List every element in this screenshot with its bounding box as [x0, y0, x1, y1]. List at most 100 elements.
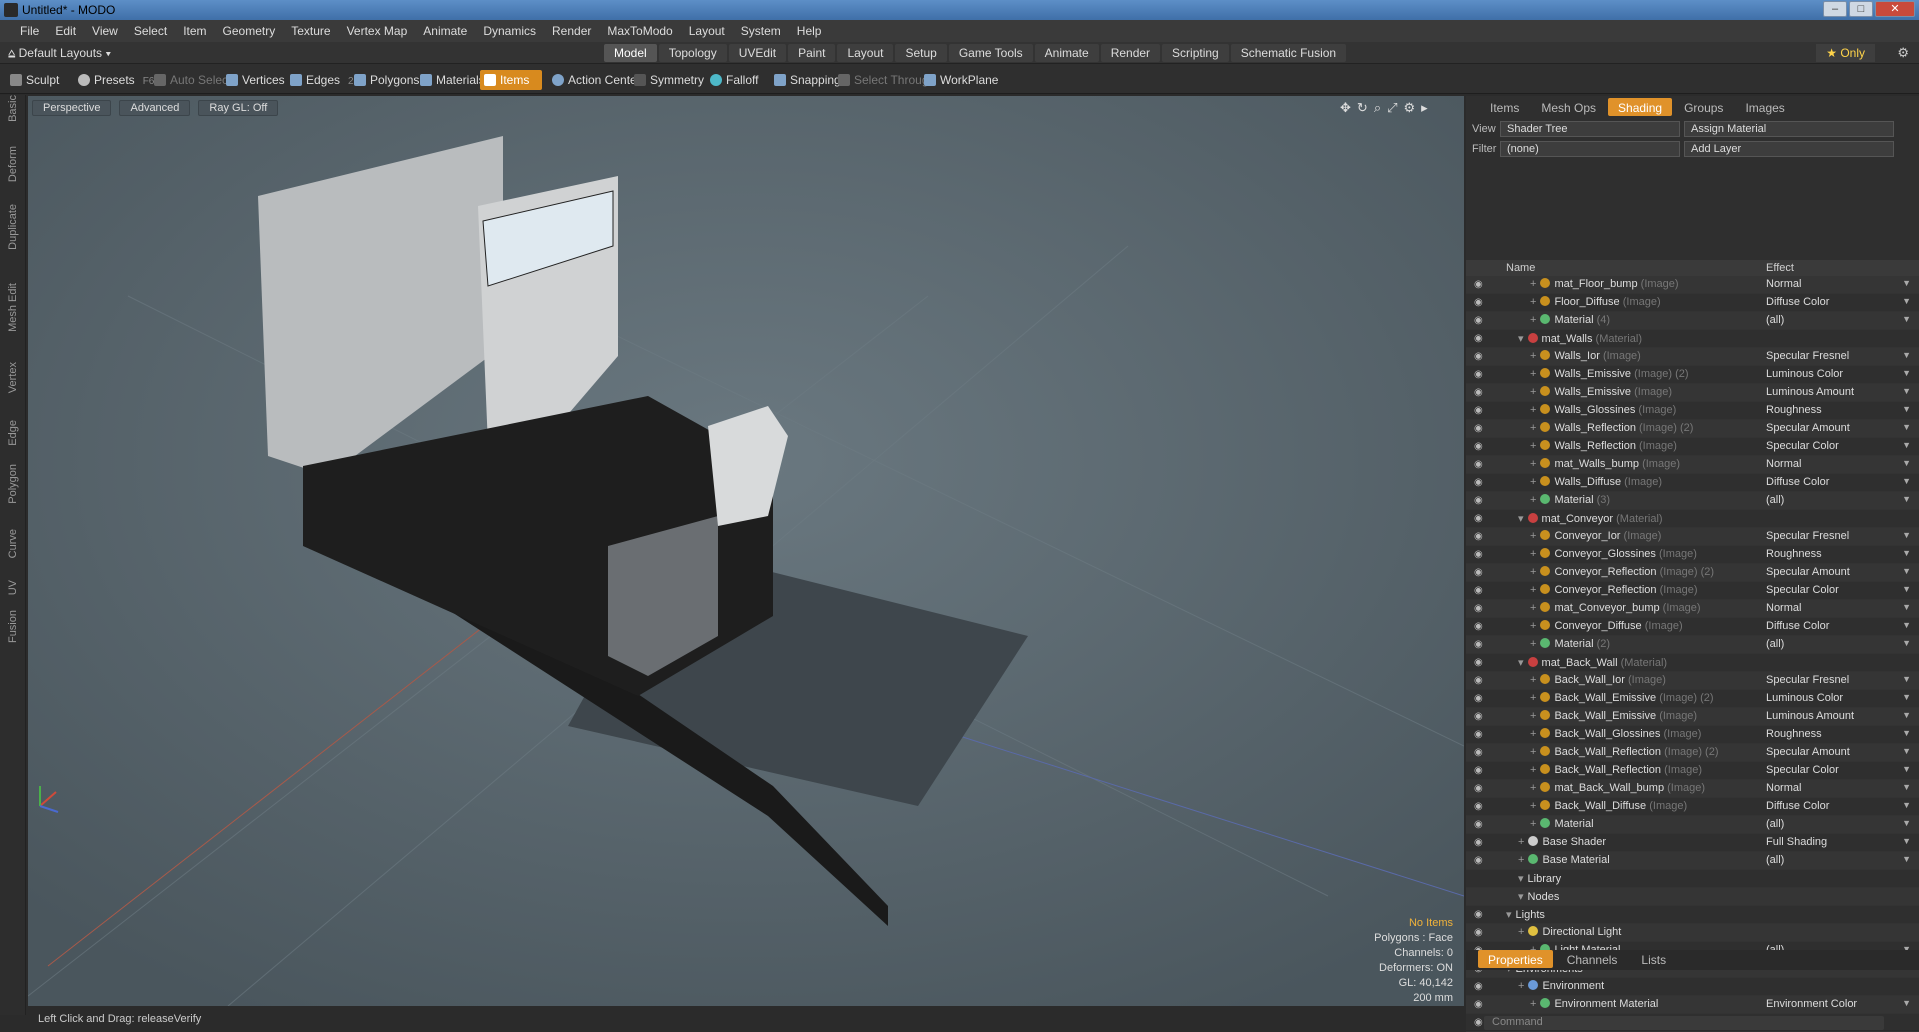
tree-row[interactable]: ◉ ▾ mat_Walls (Material)	[1466, 330, 1919, 348]
effect-dropdown-icon[interactable]: ▼	[1902, 854, 1911, 864]
effect-dropdown-icon[interactable]: ▼	[1902, 422, 1911, 432]
tree-row[interactable]: ◉ + Conveyor_Diffuse (Image) Diffuse Color ▼	[1466, 618, 1919, 636]
tab-paint[interactable]: Paint	[788, 44, 836, 62]
effect-dropdown-icon[interactable]: ▼	[1902, 836, 1911, 846]
eye-icon[interactable]: ◉	[1474, 387, 1486, 398]
left-tab-polygon[interactable]: Polygon	[7, 464, 19, 504]
move-icon[interactable]: ✥	[1340, 100, 1351, 116]
tree-row[interactable]: ◉ + Directional Light	[1466, 924, 1919, 942]
left-tab-duplicate[interactable]: Duplicate	[7, 204, 19, 250]
layout-selector[interactable]: ⩠ Default Layouts ▾	[8, 46, 111, 61]
tree-item-effect[interactable]: (all)	[1766, 854, 1784, 866]
eye-icon[interactable]: ◉	[1474, 477, 1486, 488]
eye-icon[interactable]: ◉	[1474, 675, 1486, 686]
tree-item-effect[interactable]: Roughness	[1766, 548, 1822, 560]
eye-icon[interactable]: ◉	[1474, 459, 1486, 470]
expand-icon[interactable]: +	[1530, 386, 1536, 398]
tree-item-effect[interactable]: Luminous Amount	[1766, 710, 1854, 722]
tree-row[interactable]: ◉ + Conveyor_Reflection (Image) (2) Specula…	[1466, 564, 1919, 582]
workplane-button[interactable]: WorkPlane	[920, 70, 1004, 90]
eye-icon[interactable]: ◉	[1474, 711, 1486, 722]
effect-dropdown-icon[interactable]: ▼	[1902, 494, 1911, 504]
effect-dropdown-icon[interactable]: ▼	[1902, 728, 1911, 738]
sculpt-button[interactable]: Sculpt	[6, 70, 65, 90]
eye-icon[interactable]: ◉	[1474, 585, 1486, 596]
effect-dropdown-icon[interactable]: ▼	[1902, 278, 1911, 288]
eye-icon[interactable]: ◉	[1474, 297, 1486, 308]
tree-row[interactable]: ◉ + mat_Floor_bump (Image) Normal ▼	[1466, 276, 1919, 294]
expand-icon[interactable]: +	[1530, 548, 1536, 560]
tree-row[interactable]: ◉ + mat_Back_Wall_bump (Image) Normal ▼	[1466, 780, 1919, 798]
panel-tab-shading[interactable]: Shading	[1608, 98, 1673, 116]
menu-help[interactable]: Help	[789, 24, 830, 38]
tree-row[interactable]: ◉ + Back_Wall_Diffuse (Image) Diffuse Color…	[1466, 798, 1919, 816]
close-icon[interactable]: ✕	[1875, 1, 1915, 17]
gear-icon[interactable]: ⚙	[1897, 45, 1909, 61]
tree-item-effect[interactable]: (all)	[1766, 494, 1784, 506]
bottom-tab-channels[interactable]: Channels	[1557, 950, 1628, 968]
fit-icon[interactable]: ⤢	[1387, 100, 1397, 116]
expand-icon[interactable]: +	[1530, 314, 1536, 326]
eye-icon[interactable]: ◉	[1474, 315, 1486, 326]
eye-icon[interactable]: ◉	[1474, 423, 1486, 434]
effect-dropdown-icon[interactable]: ▼	[1902, 548, 1911, 558]
tree-row[interactable]: ◉ + Floor_Diffuse (Image) Diffuse Color ▼	[1466, 294, 1919, 312]
tree-row[interactable]: ◉ + Material (2) (all) ▼	[1466, 636, 1919, 654]
expand-icon[interactable]: +	[1518, 980, 1524, 992]
items-button[interactable]: Items	[480, 70, 542, 90]
eye-icon[interactable]: ◉	[1474, 855, 1486, 866]
eye-icon[interactable]: ◉	[1474, 621, 1486, 632]
eye-icon[interactable]: ◉	[1474, 531, 1486, 542]
tree-item-effect[interactable]: Diffuse Color	[1766, 476, 1829, 488]
effect-dropdown-icon[interactable]: ▼	[1902, 710, 1911, 720]
tree-item-effect[interactable]: Specular Amount	[1766, 746, 1850, 758]
tree-row[interactable]: ◉ + Walls_Reflection (Image) (2) Specular A…	[1466, 420, 1919, 438]
tree-row[interactable]: ◉ + Material (all) ▼	[1466, 816, 1919, 834]
tree-row[interactable]: ◉ + Environment	[1466, 978, 1919, 996]
tree-item-effect[interactable]: Specular Amount	[1766, 566, 1850, 578]
effect-dropdown-icon[interactable]: ▼	[1902, 368, 1911, 378]
falloff-button[interactable]: Falloff	[706, 70, 764, 90]
tree-row[interactable]: ◉ + Environment Material Environment Color…	[1466, 996, 1919, 1014]
left-tab-curve[interactable]: Curve	[7, 529, 19, 558]
viewport-gear-icon[interactable]: ⚙	[1404, 100, 1416, 116]
tree-item-effect[interactable]: Diffuse Color	[1766, 800, 1829, 812]
effect-dropdown-icon[interactable]: ▼	[1902, 440, 1911, 450]
filter-select[interactable]: (none)	[1500, 141, 1680, 157]
3d-viewport[interactable]	[28, 96, 1464, 1006]
tree-row[interactable]: ◉ ▾ Lights	[1466, 906, 1919, 924]
tree-row[interactable]: ◉ + Base Shader Full Shading ▼	[1466, 834, 1919, 852]
effect-dropdown-icon[interactable]: ▼	[1902, 296, 1911, 306]
menu-item[interactable]: Item	[175, 24, 214, 38]
expand-icon[interactable]: +	[1530, 530, 1536, 542]
tree-item-effect[interactable]: Diffuse Color	[1766, 620, 1829, 632]
effect-dropdown-icon[interactable]: ▼	[1902, 566, 1911, 576]
symmetry-button[interactable]: Symmetry	[630, 70, 710, 90]
eye-icon[interactable]: ◉	[1474, 783, 1486, 794]
tab-topology[interactable]: Topology	[658, 44, 727, 62]
panel-tab-images[interactable]: Images	[1735, 98, 1794, 116]
expand-icon[interactable]: +	[1530, 800, 1536, 812]
eye-icon[interactable]: ◉	[1474, 495, 1486, 506]
tree-item-effect[interactable]: (all)	[1766, 638, 1784, 650]
tree-row[interactable]: ◉ + Material (3) (all) ▼	[1466, 492, 1919, 510]
tree-item-effect[interactable]: Luminous Color	[1766, 368, 1843, 380]
effect-dropdown-icon[interactable]: ▼	[1902, 998, 1911, 1008]
expand-icon[interactable]: +	[1530, 764, 1536, 776]
expand-icon[interactable]: +	[1518, 836, 1524, 848]
rotate-icon[interactable]: ↻	[1357, 100, 1368, 116]
tree-item-effect[interactable]: (all)	[1766, 314, 1784, 326]
effect-dropdown-icon[interactable]: ▼	[1902, 404, 1911, 414]
expand-icon[interactable]: +	[1530, 476, 1536, 488]
tree-row[interactable]: ◉ + Walls_Diffuse (Image) Diffuse Color ▼	[1466, 474, 1919, 492]
expand-icon[interactable]: +	[1530, 278, 1536, 290]
effect-dropdown-icon[interactable]: ▼	[1902, 602, 1911, 612]
expand-icon[interactable]: +	[1530, 602, 1536, 614]
effect-dropdown-icon[interactable]: ▼	[1902, 692, 1911, 702]
tree-row[interactable]: ◉ ▾ mat_Conveyor (Material)	[1466, 510, 1919, 528]
add-layer-button[interactable]: Add Layer	[1684, 141, 1894, 157]
left-tab-vertex[interactable]: Vertex	[7, 362, 19, 393]
expand-icon[interactable]: ▾	[1518, 657, 1524, 669]
menu-view[interactable]: View	[84, 24, 126, 38]
expand-icon[interactable]: ▾	[1518, 513, 1524, 525]
